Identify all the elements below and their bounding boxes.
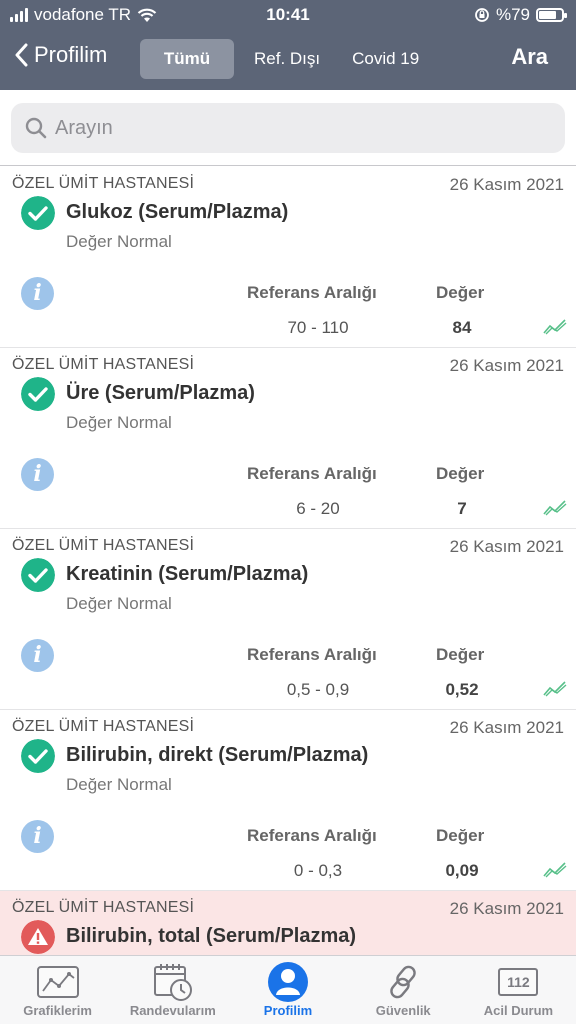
status-right: %79 <box>474 5 567 25</box>
hospital-name: ÖZEL ÜMİT HASTANESİ <box>12 718 195 735</box>
search-input[interactable] <box>55 116 535 140</box>
result-value: 0,09 <box>445 861 479 880</box>
check-circle-icon <box>21 377 55 411</box>
results-list: ÖZEL ÜMİT HASTANESİ 26 Kasım 2021 Glukoz… <box>0 167 576 955</box>
battery-icon <box>536 8 567 22</box>
tab-covid[interactable]: Covid 19 <box>336 39 435 79</box>
reference-header: Referans Aralığı <box>247 826 377 845</box>
result-date: 26 Kasım 2021 <box>449 899 564 918</box>
result-card[interactable]: ÖZEL ÜMİT HASTANESİ 26 Kasım 2021 Kreati… <box>0 529 576 710</box>
search-bar[interactable] <box>11 103 565 153</box>
info-icon[interactable]: i <box>21 820 54 853</box>
link-icon <box>381 962 425 1002</box>
tab-randevularim[interactable]: Randevularım <box>115 956 230 1024</box>
result-date: 26 Kasım 2021 <box>449 718 564 737</box>
test-name: Bilirubin, total (Serum/Plazma) <box>66 925 357 947</box>
profile-icon <box>266 962 310 1002</box>
trend-chart-icon[interactable] <box>543 679 567 697</box>
status-text: Değer Normal <box>66 232 172 251</box>
tab-all[interactable]: Tümü <box>140 39 234 79</box>
result-value: 84 <box>452 318 472 337</box>
bottom-tab-bar: Grafiklerim Randevularım Profilim Güvenl… <box>0 955 576 1024</box>
hospital-name: ÖZEL ÜMİT HASTANESİ <box>12 899 195 916</box>
test-name: Glukoz (Serum/Plazma) <box>66 201 289 223</box>
info-icon[interactable]: i <box>21 639 54 672</box>
check-circle-icon <box>21 558 55 592</box>
test-name: Üre (Serum/Plazma) <box>66 382 255 404</box>
result-value: 7 <box>457 499 467 518</box>
result-date: 26 Kasım 2021 <box>449 356 564 375</box>
result-card[interactable]: ÖZEL ÜMİT HASTANESİ 26 Kasım 2021 Glukoz… <box>0 167 576 348</box>
value-header: Değer <box>436 826 485 845</box>
search-button[interactable]: Ara <box>511 44 548 70</box>
trend-chart-icon[interactable] <box>543 498 567 516</box>
info-icon[interactable]: i <box>21 458 54 491</box>
reference-header: Referans Aralığı <box>247 645 377 664</box>
status-text: Değer Normal <box>66 594 172 613</box>
hospital-name: ÖZEL ÜMİT HASTANESİ <box>12 175 195 192</box>
test-name: Bilirubin, direkt (Serum/Plazma) <box>66 744 369 766</box>
chevron-left-icon <box>15 43 28 67</box>
value-header: Değer <box>436 645 485 664</box>
chart-icon <box>36 962 80 1002</box>
back-label: Profilim <box>34 42 108 67</box>
value-header: Değer <box>436 464 485 483</box>
result-card[interactable]: ÖZEL ÜMİT HASTANESİ 26 Kasım 2021 Biliru… <box>0 710 576 891</box>
tab-grafiklerim[interactable]: Grafiklerim <box>0 956 115 1024</box>
search-icon <box>25 117 47 139</box>
segment-tabs: Tümü Ref. Dışı Covid 19 <box>140 39 435 79</box>
search-area <box>0 90 576 166</box>
nav-bar: Profilim Tümü Ref. Dışı Covid 19 Ara <box>0 36 576 82</box>
orientation-lock-icon <box>475 8 489 22</box>
tab-label: Randevularım <box>129 1003 216 1018</box>
top-header: vodafone TR 10:41 %79 Profilim Tümü Ref.… <box>0 0 576 90</box>
battery-fill <box>539 11 557 19</box>
status-bar: vodafone TR 10:41 %79 <box>0 0 576 30</box>
tab-label: Güvenlik <box>375 1003 431 1018</box>
status-text: Değer Normal <box>66 413 172 432</box>
calendar-clock-icon <box>151 962 195 1002</box>
check-circle-icon <box>21 196 55 230</box>
trend-chart-icon[interactable] <box>543 317 567 335</box>
info-icon[interactable]: i <box>21 277 54 310</box>
result-card[interactable]: ÖZEL ÜMİT HASTANESİ 26 Kasım 2021 Üre (S… <box>0 348 576 529</box>
result-value: 0,52 <box>445 680 479 699</box>
tab-acil-durum[interactable]: 112 Acil Durum <box>461 956 576 1024</box>
check-circle-icon <box>21 739 55 773</box>
reference-range: 70 - 110 <box>287 318 349 337</box>
reference-header: Referans Aralığı <box>247 283 377 302</box>
warning-triangle-icon <box>21 920 55 954</box>
status-text: Değer Normal <box>66 775 172 794</box>
hospital-name: ÖZEL ÜMİT HASTANESİ <box>12 537 195 554</box>
reference-range: 6 - 20 <box>296 499 340 518</box>
test-name: Kreatinin (Serum/Plazma) <box>66 563 309 585</box>
tab-profilim[interactable]: Profilim <box>230 956 345 1024</box>
tab-label: Grafiklerim <box>23 1003 92 1018</box>
emergency-112-icon: 112 <box>496 962 540 1002</box>
tab-label: Profilim <box>263 1003 313 1018</box>
tab-label: Acil Durum <box>483 1003 554 1018</box>
tab-guvenlik[interactable]: Güvenlik <box>346 956 461 1024</box>
reference-range: 0 - 0,3 <box>293 861 343 880</box>
hospital-name: ÖZEL ÜMİT HASTANESİ <box>12 356 195 373</box>
result-date: 26 Kasım 2021 <box>449 537 564 556</box>
result-date: 26 Kasım 2021 <box>449 175 564 194</box>
back-button[interactable]: Profilim <box>14 42 107 68</box>
reference-range: 0,5 - 0,9 <box>286 680 350 699</box>
battery-percent: %79 <box>495 5 530 24</box>
trend-chart-icon[interactable] <box>543 860 567 878</box>
result-card-warning[interactable]: ÖZEL ÜMİT HASTANESİ 26 Kasım 2021 Biliru… <box>0 891 576 955</box>
value-header: Değer <box>436 283 485 302</box>
tab-out-of-range[interactable]: Ref. Dışı <box>238 39 336 79</box>
emergency-badge: 112 <box>498 968 539 996</box>
reference-header: Referans Aralığı <box>247 464 377 483</box>
